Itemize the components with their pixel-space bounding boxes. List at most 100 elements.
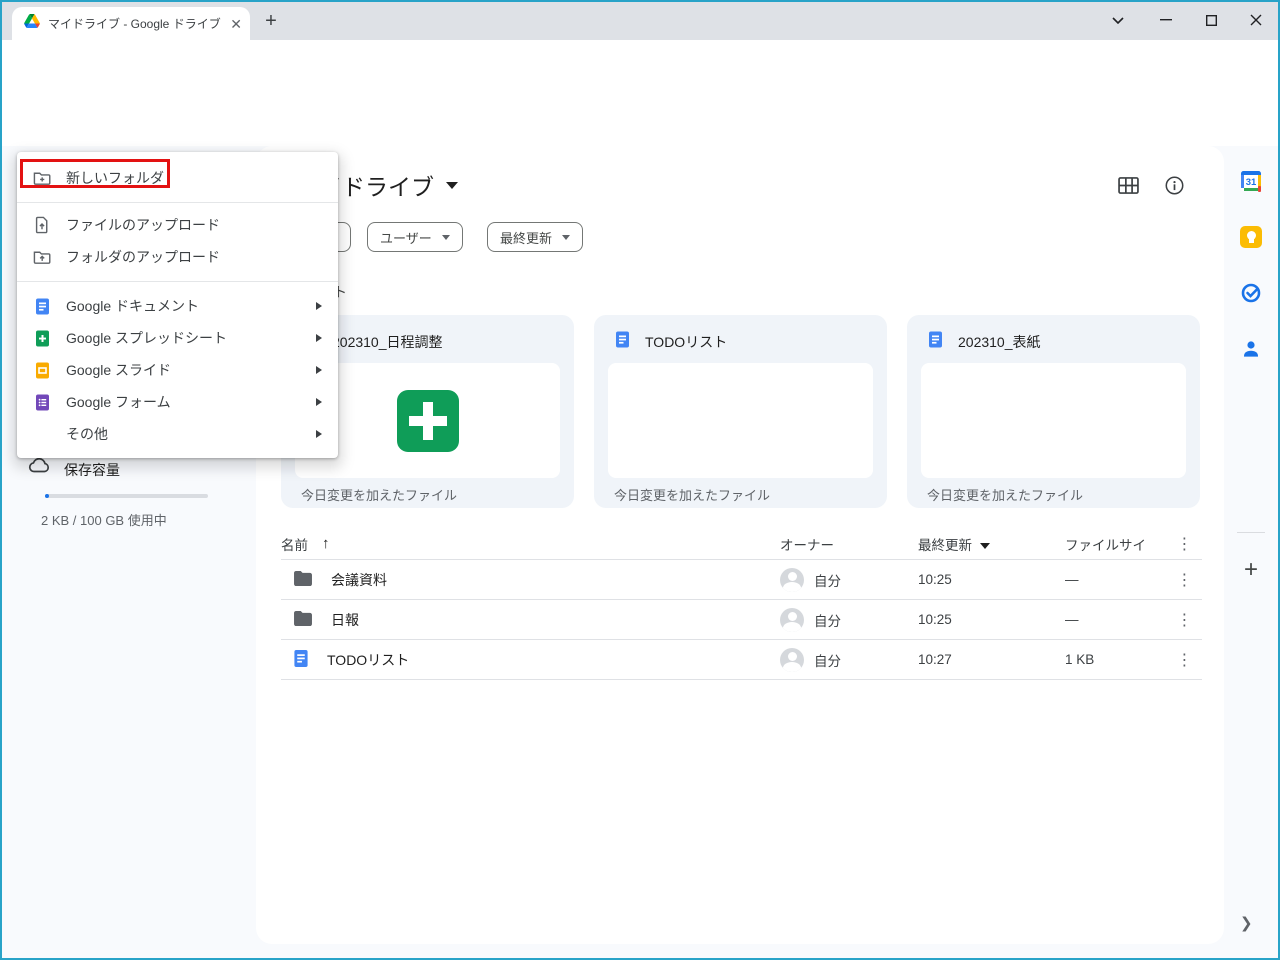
new-tab-button[interactable]: +: [258, 9, 284, 35]
main-content: マイドライブ 種類 ユーザー 最終更新 候補リスト: [256, 146, 1224, 944]
card-caption: 今日変更を加えたファイル: [614, 485, 770, 504]
tab-title: マイドライブ - Google ドライブ: [48, 15, 222, 32]
drive-favicon: [24, 14, 40, 33]
card-caption: 今日変更を加えたファイル: [301, 485, 457, 504]
window-maximize-button[interactable]: [1195, 5, 1227, 35]
suggestion-card[interactable]: TODOリスト 今日変更を加えたファイル: [594, 315, 887, 508]
storage-usage-text: 2 KB / 100 GB 使用中: [41, 510, 167, 529]
filter-chip-people[interactable]: ユーザー: [367, 222, 463, 252]
table-options-kebab-icon[interactable]: ⋮: [1167, 534, 1202, 554]
docs-file-icon: [927, 331, 944, 353]
file-name: TODOリスト: [327, 650, 409, 670]
menu-item-label: その他: [66, 424, 301, 444]
folder-icon: [293, 610, 313, 630]
submenu-arrow-icon: [316, 430, 322, 438]
menu-item-label: Google スプレッドシート: [66, 328, 301, 348]
row-actions-kebab-icon[interactable]: ⋮: [1167, 610, 1202, 630]
menu-item-label: Google スライド: [66, 360, 301, 380]
file-size: 1 KB: [1065, 652, 1167, 667]
table-header-row: 名前 ↑ オーナー 最終更新 ファイルサイ ⋮: [281, 528, 1202, 560]
menu-item-google-sheets[interactable]: Google スプレッドシート: [17, 322, 338, 354]
info-icon[interactable]: [1162, 173, 1186, 197]
suggestion-card[interactable]: 202310_表紙 今日変更を加えたファイル: [907, 315, 1200, 508]
file-size: —: [1065, 572, 1167, 587]
table-row[interactable]: 日報 自分 10:25 — ⋮: [281, 600, 1202, 640]
column-header-modified[interactable]: 最終更新: [918, 534, 1065, 554]
chevron-down-icon: [562, 235, 570, 240]
drive-header: ドライブ ? ⚙ ECCS Cloud Mail Information Tec…: [0, 88, 1280, 146]
get-add-ons-plus-icon[interactable]: +: [1239, 558, 1263, 582]
filter-chip-modified-label: 最終更新: [500, 228, 552, 247]
contacts-icon[interactable]: [1240, 338, 1262, 360]
tab-search-chevron-icon[interactable]: [1102, 5, 1134, 35]
card-caption: 今日変更を加えたファイル: [927, 485, 1083, 504]
file-table: 名前 ↑ オーナー 最終更新 ファイルサイ ⋮: [281, 528, 1202, 680]
menu-item-google-forms[interactable]: Google フォーム: [17, 386, 338, 418]
storage-progress-fill: [45, 494, 49, 498]
card-title: TODOリスト: [645, 332, 727, 352]
modified-time: 10:27: [918, 652, 1065, 667]
header-owner-label: オーナー: [780, 534, 834, 554]
card-title: 202310_表紙: [958, 332, 1041, 352]
list-grid-view-toggle[interactable]: [1116, 173, 1140, 197]
table-row[interactable]: TODOリスト 自分 10:27 1 KB ⋮: [281, 640, 1202, 680]
menu-item-label: フォルダのアップロード: [66, 247, 322, 267]
blank-icon-spacer: [33, 425, 51, 443]
rail-divider: [1237, 532, 1265, 533]
forms-icon: [33, 393, 51, 411]
docs-icon: [33, 297, 51, 315]
docs-file-icon: [293, 649, 309, 671]
menu-item-google-docs[interactable]: Google ドキュメント: [17, 290, 338, 322]
table-row[interactable]: 会議資料 自分 10:25 — ⋮: [281, 560, 1202, 600]
storage-label[interactable]: 保存容量: [64, 460, 120, 480]
menu-item-google-slides[interactable]: Google スライド: [17, 354, 338, 386]
owner-label: 自分: [814, 610, 841, 630]
column-header-size[interactable]: ファイルサイ: [1065, 534, 1167, 554]
card-preview: [921, 363, 1186, 478]
file-size: —: [1065, 612, 1167, 627]
sort-ascending-arrow-icon: ↑: [322, 535, 330, 552]
menu-item-folder-upload[interactable]: フォルダのアップロード: [17, 241, 338, 273]
title-caret-icon: [446, 182, 458, 189]
tasks-icon[interactable]: [1240, 282, 1262, 304]
card-title: 202310_日程調整: [332, 332, 443, 352]
modified-time: 10:25: [918, 572, 1065, 587]
column-header-owner[interactable]: オーナー: [780, 534, 918, 554]
filter-chip-modified[interactable]: 最終更新: [487, 222, 583, 252]
storage-progress-bar: [45, 494, 208, 498]
tab-close-icon[interactable]: ✕: [230, 17, 242, 31]
annotation-highlight-box: [20, 159, 170, 188]
modified-time: 10:25: [918, 612, 1065, 627]
row-actions-kebab-icon[interactable]: ⋮: [1167, 650, 1202, 670]
chevron-down-icon: [442, 235, 450, 240]
column-header-name[interactable]: 名前 ↑: [281, 534, 780, 554]
window-minimize-button[interactable]: [1150, 5, 1182, 35]
header-size-label: ファイルサイ: [1065, 538, 1146, 553]
row-actions-kebab-icon[interactable]: ⋮: [1167, 570, 1202, 590]
menu-divider: [17, 281, 338, 282]
new-menu: 新しいフォルダ ファイルのアップロード フォルダのアップロード Google ド…: [17, 152, 338, 458]
sheets-logo-large-icon: [397, 390, 459, 452]
file-name: 会議資料: [331, 570, 387, 590]
svg-text:31: 31: [1246, 177, 1257, 188]
menu-item-more[interactable]: その他: [17, 418, 338, 450]
menu-item-file-upload[interactable]: ファイルのアップロード: [17, 209, 338, 241]
owner-label: 自分: [814, 570, 841, 590]
header-name-label: 名前: [281, 534, 308, 554]
keep-icon[interactable]: [1240, 226, 1262, 248]
owner-avatar: [780, 648, 804, 672]
owner-avatar: [780, 608, 804, 632]
window-close-button[interactable]: [1240, 5, 1272, 35]
browser-toolbar: drive.google.com/drive/my-drive ☆ U ⋮: [0, 40, 1280, 88]
sort-descending-icon: [980, 543, 990, 549]
cloud-storage-icon: [28, 456, 51, 479]
docs-file-icon: [614, 331, 631, 353]
browser-tab[interactable]: マイドライブ - Google ドライブ ✕: [12, 7, 250, 40]
submenu-arrow-icon: [316, 366, 322, 374]
filter-chip-people-label: ユーザー: [380, 228, 432, 247]
show-side-panel-chevron-icon[interactable]: ❯: [1240, 914, 1253, 932]
submenu-arrow-icon: [316, 334, 322, 342]
menu-item-label: ファイルのアップロード: [66, 215, 322, 235]
calendar-icon[interactable]: 31: [1240, 170, 1262, 192]
header-modified-label: 最終更新: [918, 538, 972, 553]
